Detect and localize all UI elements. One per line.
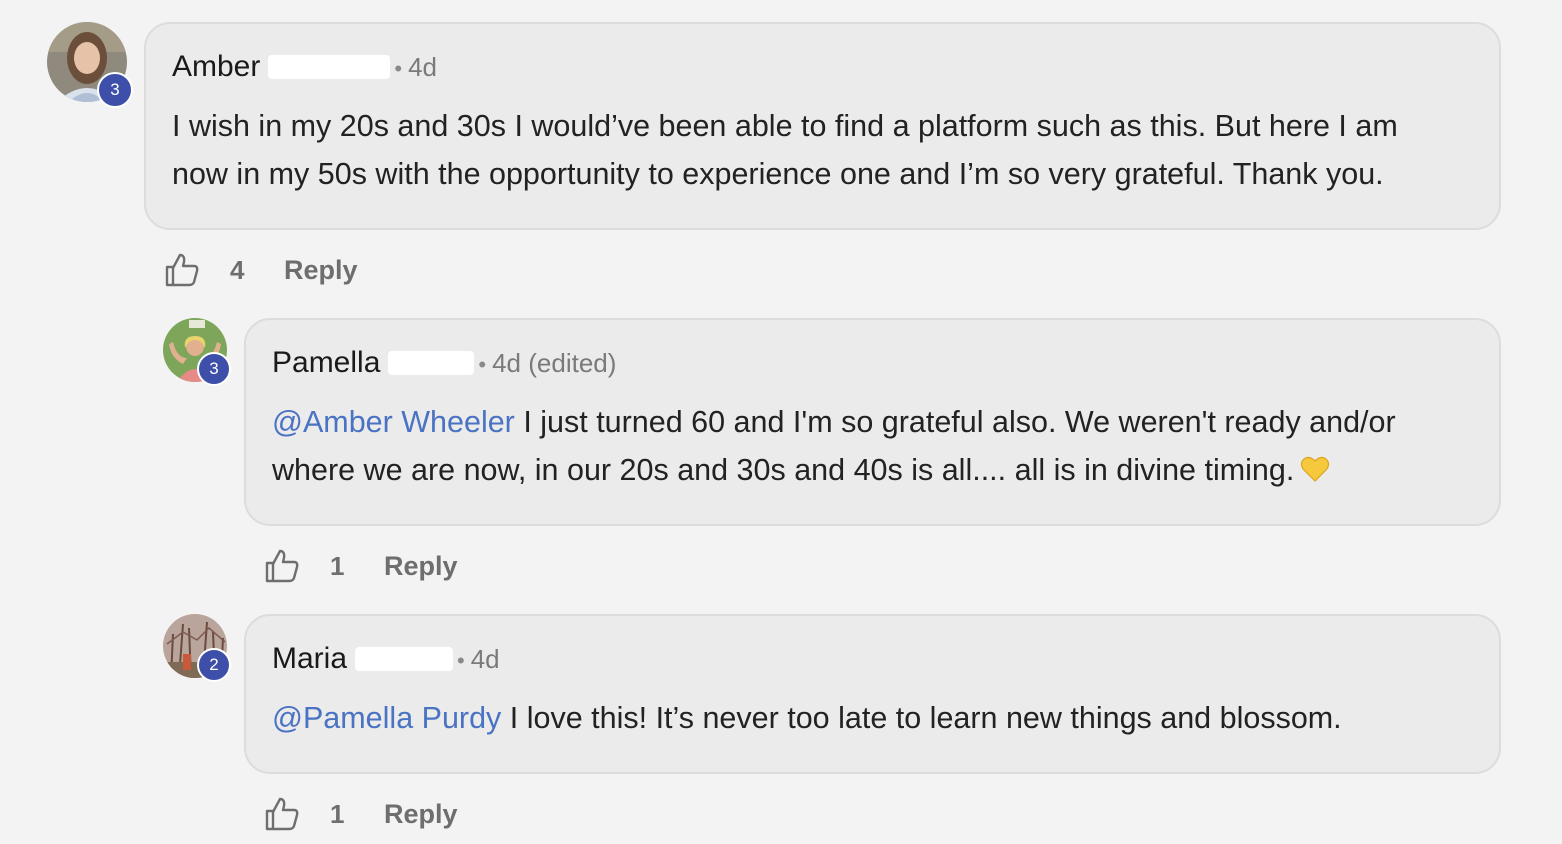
thumbs-up-icon: [265, 797, 299, 831]
author-name[interactable]: Pamella: [272, 346, 380, 380]
comment-actions: 1 Reply: [264, 544, 458, 588]
like-count: 4: [230, 254, 245, 285]
reply-button[interactable]: Reply: [384, 551, 458, 582]
author-name[interactable]: Amber: [172, 50, 260, 84]
comment-header: Maria • 4d: [272, 642, 1473, 682]
separator-dot: •: [457, 648, 465, 673]
comment-text-line: now in my 50s with the opportunity to ex…: [172, 157, 1384, 191]
comment-text-line: I wish in my 20s and 30s I would’ve been…: [172, 109, 1398, 143]
comment-text-segment: where we are now, in our 20s and 30s and…: [272, 453, 1295, 487]
like-button[interactable]: [164, 252, 200, 288]
like-button[interactable]: [264, 548, 300, 584]
mention-link[interactable]: @Amber Wheeler: [272, 405, 515, 439]
comment-text-segment: I love this! It’s never too late to lear…: [501, 701, 1342, 735]
thumbs-up-icon: [265, 549, 299, 583]
comment-thread: 3 Amber • 4d I wish in my 20s and 30s I …: [0, 0, 1562, 844]
separator-dot: •: [394, 56, 403, 81]
comment-actions: 4 Reply: [164, 248, 358, 292]
level-badge: 3: [197, 352, 231, 386]
thumbs-up-icon: [165, 253, 199, 287]
timestamp[interactable]: 4d (edited): [492, 348, 616, 379]
comment-text-line: @Pamella Purdy I love this! It’s never t…: [272, 694, 1473, 742]
author-name[interactable]: Maria: [272, 642, 347, 676]
like-button[interactable]: [264, 796, 300, 832]
redacted-surname: [388, 351, 475, 375]
timestamp[interactable]: 4d: [471, 644, 500, 675]
level-badge: 3: [97, 72, 133, 108]
comment-text: @Amber Wheeler I just turned 60 and I'm …: [272, 398, 1473, 494]
separator-dot: •: [478, 352, 487, 377]
reply-button[interactable]: Reply: [384, 799, 458, 830]
comment-text-line: @Amber Wheeler I just turned 60 and I'm …: [272, 398, 1473, 446]
comment-text: @Pamella Purdy I love this! It’s never t…: [272, 694, 1473, 742]
redacted-surname: [355, 647, 454, 671]
comment-text: I wish in my 20s and 30s I would’ve been…: [172, 102, 1473, 198]
comment-bubble: Amber • 4d I wish in my 20s and 30s I wo…: [144, 22, 1501, 230]
timestamp[interactable]: 4d: [408, 52, 437, 83]
comment-actions: 1 Reply: [264, 792, 458, 836]
comment-bubble: Pamella • 4d (edited) @Amber Wheeler I j…: [244, 318, 1501, 526]
like-count: 1: [330, 798, 345, 829]
redacted-surname: [268, 55, 391, 79]
reply-button[interactable]: Reply: [284, 255, 358, 286]
comment-text-segment: I just turned 60 and I'm so grateful als…: [514, 405, 1396, 439]
yellow-heart-icon: [1301, 456, 1330, 482]
comment-text-line: where we are now, in our 20s and 30s and…: [272, 446, 1473, 494]
level-badge: 2: [197, 648, 231, 682]
comment-header: Amber • 4d: [172, 50, 1473, 90]
comment-bubble: Maria • 4d @Pamella Purdy I love this! I…: [244, 614, 1501, 774]
like-count: 1: [330, 550, 345, 581]
mention-link[interactable]: @Pamella Purdy: [272, 701, 501, 735]
comment-header: Pamella • 4d (edited): [272, 346, 1473, 386]
